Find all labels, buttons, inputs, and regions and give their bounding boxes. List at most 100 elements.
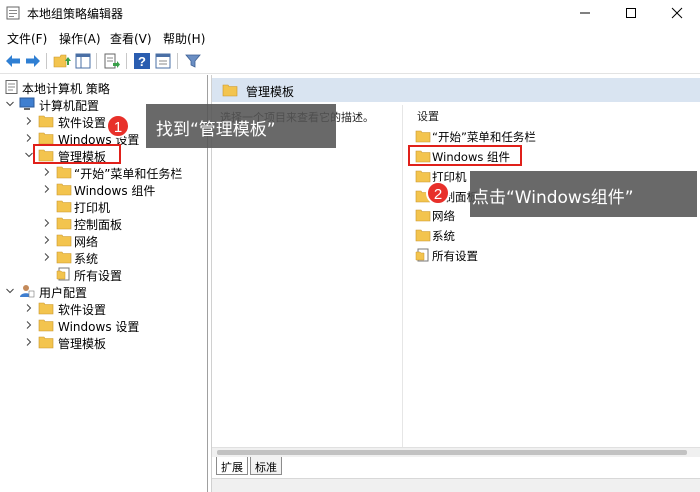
tree-item-user-windows[interactable]: Windows 设置 <box>24 317 204 334</box>
horizontal-scrollbar[interactable] <box>212 447 700 457</box>
tree-item-label: 系统 <box>74 252 99 266</box>
pane-divider <box>402 105 403 450</box>
highlight-admin-templates <box>33 144 121 164</box>
tree-item-label: 打印机 <box>74 201 111 215</box>
status-bar <box>212 478 700 492</box>
folder-icon <box>38 336 54 349</box>
tree-item-label: Windows 组件 <box>74 184 156 198</box>
list-item-label: “开始”菜单和任务栏 <box>432 130 536 144</box>
content-header: 管理模板 <box>212 78 700 102</box>
folder-icon <box>56 200 72 213</box>
tab-extended[interactable]: 扩展 <box>216 457 248 475</box>
close-icon <box>671 7 683 19</box>
folder-icon <box>56 234 72 247</box>
menu-help[interactable]: 帮助(H) <box>163 30 205 47</box>
chevron-right-icon[interactable] <box>24 116 34 126</box>
folder-icon <box>56 166 72 179</box>
tree-item-label: Windows 设置 <box>58 320 140 334</box>
group-policy-app-icon <box>6 6 20 20</box>
callout-step-1: 找到“管理模板” <box>146 104 336 148</box>
minimize-button[interactable] <box>562 0 608 26</box>
tree-item-windows-components[interactable]: Windows 组件 <box>42 181 206 198</box>
back-arrow-icon[interactable] <box>4 52 22 70</box>
computer-icon <box>19 97 35 110</box>
all-settings-icon <box>415 248 429 262</box>
filter-icon[interactable] <box>184 52 202 70</box>
forward-arrow-icon[interactable] <box>24 52 42 70</box>
tree-item-label: 软件设置 <box>58 303 107 317</box>
folder-icon <box>222 84 238 97</box>
callout-text: 点击“Windows组件” <box>472 188 634 208</box>
toolbar: ? <box>0 48 700 74</box>
tree-item-user-software[interactable]: 软件设置 <box>24 300 204 317</box>
tree-item-label: 所有设置 <box>74 269 123 283</box>
list-item-label: 所有设置 <box>432 249 478 263</box>
tree-root-label: 本地计算机 策略 <box>22 82 110 96</box>
chevron-right-icon[interactable] <box>24 133 34 143</box>
folder-icon <box>415 209 431 222</box>
close-button[interactable] <box>654 0 700 26</box>
menu-action[interactable]: 操作(A) <box>59 30 101 47</box>
chevron-right-icon[interactable] <box>42 235 52 245</box>
folder-icon <box>415 130 431 143</box>
user-icon <box>20 285 35 298</box>
folder-icon <box>415 170 431 183</box>
chevron-right-icon[interactable] <box>42 167 52 177</box>
menu-view[interactable]: 查看(V) <box>110 30 152 47</box>
folder-icon <box>415 229 431 242</box>
list-item-label: 网络 <box>432 209 455 223</box>
export-list-icon[interactable] <box>103 52 121 70</box>
tree-item-control-panel[interactable]: 控制面板 <box>42 215 206 232</box>
chevron-right-icon[interactable] <box>24 337 34 347</box>
folder-icon <box>38 115 54 128</box>
tree-item-user-admin[interactable]: 管理模板 <box>24 334 204 351</box>
folder-icon <box>56 251 72 264</box>
title-bar: 本地组策略编辑器 <box>0 0 700 26</box>
folder-icon <box>38 319 54 332</box>
scrollbar-thumb[interactable] <box>217 450 687 455</box>
tree-item-all-settings[interactable]: 所有设置 <box>42 266 206 283</box>
up-folder-icon[interactable] <box>53 52 71 70</box>
tree-user-config[interactable]: 用户配置 <box>5 283 205 300</box>
view-tabs: 扩展 标准 <box>212 457 700 477</box>
chevron-right-icon[interactable] <box>24 320 34 330</box>
minimize-icon <box>580 12 590 14</box>
toolbar-separator <box>96 53 97 69</box>
folder-icon <box>56 217 72 230</box>
chevron-right-icon[interactable] <box>42 218 52 228</box>
all-settings-icon <box>56 267 70 281</box>
menu-bar: 文件(F) 操作(A) 查看(V) 帮助(H) <box>0 26 700 48</box>
maximize-icon <box>626 8 636 18</box>
callout-text: 找到“管理模板” <box>156 120 276 140</box>
tree-item-label: 软件设置 <box>58 116 107 130</box>
toolbar-separator <box>126 53 127 69</box>
tab-standard[interactable]: 标准 <box>250 457 282 475</box>
chevron-down-icon[interactable] <box>5 286 15 296</box>
chevron-right-icon[interactable] <box>42 184 52 194</box>
settings-column-header[interactable]: 设置 <box>417 108 439 124</box>
folder-icon <box>38 302 54 315</box>
toolbar-separator <box>177 53 178 69</box>
show-hide-tree-icon[interactable] <box>74 52 92 70</box>
highlight-windows-components <box>408 145 522 166</box>
properties-icon[interactable] <box>154 52 172 70</box>
maximize-button[interactable] <box>608 0 654 26</box>
tree-item-printers[interactable]: 打印机 <box>42 198 206 215</box>
tree-item-start-menu[interactable]: “开始”菜单和任务栏 <box>42 164 206 181</box>
chevron-right-icon[interactable] <box>24 303 34 313</box>
menu-file[interactable]: 文件(F) <box>7 30 47 47</box>
folder-icon <box>38 132 54 145</box>
policy-doc-icon <box>5 80 18 94</box>
tree-item-label: 控制面板 <box>74 218 123 232</box>
chevron-down-icon[interactable] <box>5 99 15 109</box>
chevron-right-icon[interactable] <box>42 252 52 262</box>
help-icon[interactable]: ? <box>133 52 151 70</box>
list-item-label: 系统 <box>432 229 455 243</box>
svg-text:?: ? <box>138 54 146 69</box>
tree-user-config-label: 用户配置 <box>39 286 88 300</box>
folder-icon <box>56 183 72 196</box>
tree-item-system[interactable]: 系统 <box>42 249 206 266</box>
tree-root[interactable]: 本地计算机 策略 <box>4 79 204 96</box>
window-title: 本地组策略编辑器 <box>27 7 124 21</box>
tree-item-network[interactable]: 网络 <box>42 232 206 249</box>
